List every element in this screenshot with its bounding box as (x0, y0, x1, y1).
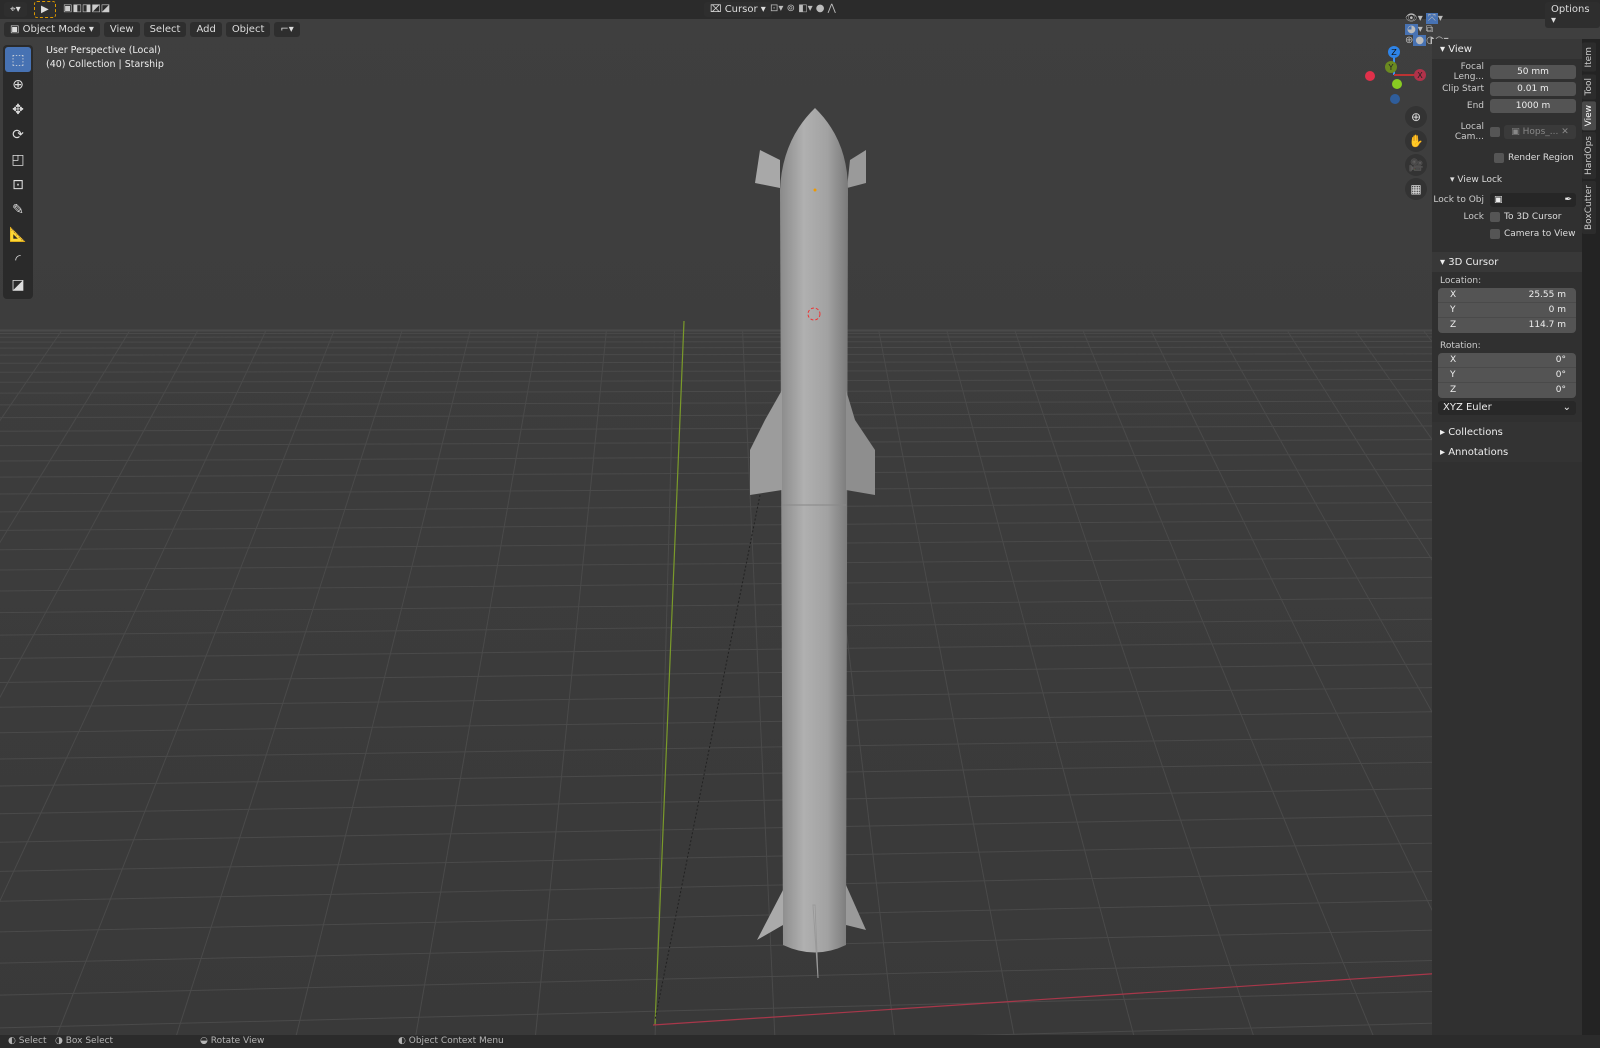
clip-end-field[interactable]: 1000 m (1490, 99, 1576, 113)
view-lock-subpanel[interactable]: ▾ View Lock (1432, 172, 1582, 188)
options-dropdown[interactable]: Options ▾ (1545, 2, 1600, 28)
pivot-dropdown[interactable]: ⌧ Cursor ▾ (704, 2, 772, 17)
cursor-location-y[interactable]: Y0 m (1438, 303, 1576, 318)
focal-length-field[interactable]: 50 mm (1490, 65, 1576, 79)
perspective-toggle-button[interactable]: ▦ (1405, 178, 1427, 200)
mouse-right-icon: ◐ (398, 1036, 406, 1046)
pan-view-button[interactable]: ✋ (1405, 130, 1427, 152)
tab-view[interactable]: View (1582, 100, 1596, 131)
menu-object[interactable]: Object (225, 21, 271, 37)
collections-panel-header[interactable]: ▸ Collections (1432, 422, 1582, 442)
3d-cursor-panel-header[interactable]: ▾ 3D Cursor (1432, 252, 1582, 272)
move-icon: ✥ (12, 101, 24, 118)
lock-object-field[interactable]: ▣ ✒ (1490, 193, 1576, 207)
ruler-icon: 📐 (9, 226, 27, 243)
pencil-icon: ✎ (12, 201, 24, 218)
camera-to-view-checkbox[interactable] (1490, 229, 1500, 239)
cursor-location-x[interactable]: X 25.55 m (1438, 288, 1576, 303)
cursor-location-fields: X 25.55 m Y0 m Z 114.7 m (1438, 288, 1576, 333)
svg-text:X: X (1417, 71, 1423, 80)
view-panel-header[interactable]: ▾ View (1432, 39, 1582, 59)
cursor-tool[interactable]: ⊕ (5, 72, 31, 97)
status-rotate: ◒ Rotate View (200, 1036, 265, 1046)
status-context: ◐ Object Context Menu (398, 1036, 504, 1046)
corner-icon: ◜ (15, 251, 21, 268)
clip-start-field[interactable]: 0.01 m (1490, 82, 1576, 96)
hand-icon: ✋ (1408, 134, 1424, 148)
status-bar: ◐ Select ◑ Box Select ◒ Rotate View ◐ Ob… (0, 1035, 1600, 1048)
boxcutter-tool[interactable]: ◪ (5, 272, 31, 297)
mouse-left-drag-icon: ◑ (55, 1036, 63, 1046)
eyedropper-icon[interactable]: ✒ (1564, 193, 1576, 207)
render-region-checkbox[interactable] (1494, 153, 1504, 163)
zoom-view-button[interactable]: ⊕ (1405, 106, 1427, 128)
viewport-info: User Perspective (Local) (40) Collection… (46, 45, 164, 70)
add-cube-tool[interactable]: ◜ (5, 247, 31, 272)
snap-proportional-buttons[interactable]: ⊡▾ ⊚ ◧▾ ● ⋀ (770, 3, 836, 14)
cursor-rotation-fields: X 0° Y 0° Z 0° (1438, 353, 1576, 398)
mouse-middle-icon: ◒ (200, 1036, 208, 1046)
transform-orientation-dropdown[interactable]: ⌐▾ (274, 21, 300, 37)
sidebar-n-panel: ▾ View Focal Leng... 50 mm Clip Start 0.01… (1432, 39, 1582, 1035)
top-header: ⌖▾ ▶ ▣◧◨◩◪ ⌧ Cursor ▾ ⊡▾ ⊚ ◧▾ ● ⋀ Option… (0, 0, 1600, 28)
chevron-down-icon: ⌄ (1562, 402, 1571, 413)
box-icon: ◪ (11, 276, 25, 293)
rotate-icon: ⟳ (12, 126, 24, 143)
tab-hardops[interactable]: HardOps (1582, 132, 1596, 180)
mode-dropdown[interactable]: ▣ Object Mode ▾ (4, 21, 100, 37)
transform-icon: ⊡ (12, 176, 24, 193)
select-box-tool[interactable]: ⬚ (5, 47, 31, 72)
menu-select[interactable]: Select (143, 21, 187, 37)
pivot-icon: ⌧ (710, 4, 725, 15)
zoom-icon: ⊕ (1410, 110, 1422, 124)
rotate-tool[interactable]: ⟳ (5, 122, 31, 147)
status-box-select: ◑ Box Select (55, 1036, 114, 1046)
transform-tool[interactable]: ⊡ (5, 172, 31, 197)
local-camera-checkbox[interactable] (1490, 127, 1500, 137)
tab-item[interactable]: Item (1582, 43, 1596, 72)
camera-view-button[interactable]: 🎥 (1405, 154, 1427, 176)
local-camera-field[interactable]: ▣ Hops_... ✕ (1504, 125, 1576, 139)
cursor-location-z[interactable]: Z 114.7 m (1438, 318, 1576, 333)
rotation-mode-dropdown[interactable]: XYZ Euler ⌄ (1438, 401, 1576, 415)
tool-shelf: ⬚ ⊕ ✥ ⟳ ◰ ⊡ ✎ 📐 ◜ ◪ (3, 45, 33, 299)
select-tool-button[interactable]: ▶ (34, 1, 56, 18)
menu-view[interactable]: View (103, 21, 140, 37)
scale-icon: ◰ (11, 151, 25, 168)
lock-cursor-checkbox[interactable] (1490, 212, 1500, 222)
sidebar-tabs: Item Tool View HardOps BoxCutter (1582, 39, 1600, 1035)
3d-viewport[interactable]: Z Y X (0, 0, 1600, 1040)
cursor-icon: ⊕ (12, 76, 24, 93)
cursor-rotation-x[interactable]: X 0° (1438, 353, 1576, 368)
svg-text:Y: Y (1388, 63, 1394, 72)
status-select: ◐ Select (8, 1036, 47, 1046)
svg-text:Z: Z (1391, 48, 1397, 57)
annotations-panel-header[interactable]: ▸ Annotations (1432, 442, 1582, 462)
viewport-header: ▣ Object Mode ▾ View Select Add Object ⌐… (0, 12, 1449, 46)
cursor-rotation-y[interactable]: Y 0° (1438, 368, 1576, 383)
mouse-left-icon: ◐ (8, 1036, 16, 1046)
tab-tool[interactable]: Tool (1582, 73, 1596, 99)
selection-mode-buttons[interactable]: ▣◧◨◩◪ (63, 3, 110, 14)
measure-tool[interactable]: 📐 (5, 222, 31, 247)
editor-type-button[interactable]: ⌖▾ (4, 2, 27, 17)
select-icon: ⬚ (11, 51, 25, 68)
tab-boxcutter[interactable]: BoxCutter (1582, 181, 1596, 235)
grid-icon: ▦ (1410, 182, 1422, 196)
move-tool[interactable]: ✥ (5, 97, 31, 122)
scale-tool[interactable]: ◰ (5, 147, 31, 172)
menu-add[interactable]: Add (190, 21, 222, 37)
camera-icon: 🎥 (1408, 158, 1424, 172)
cursor-rotation-z[interactable]: Z 0° (1438, 383, 1576, 398)
annotate-tool[interactable]: ✎ (5, 197, 31, 222)
